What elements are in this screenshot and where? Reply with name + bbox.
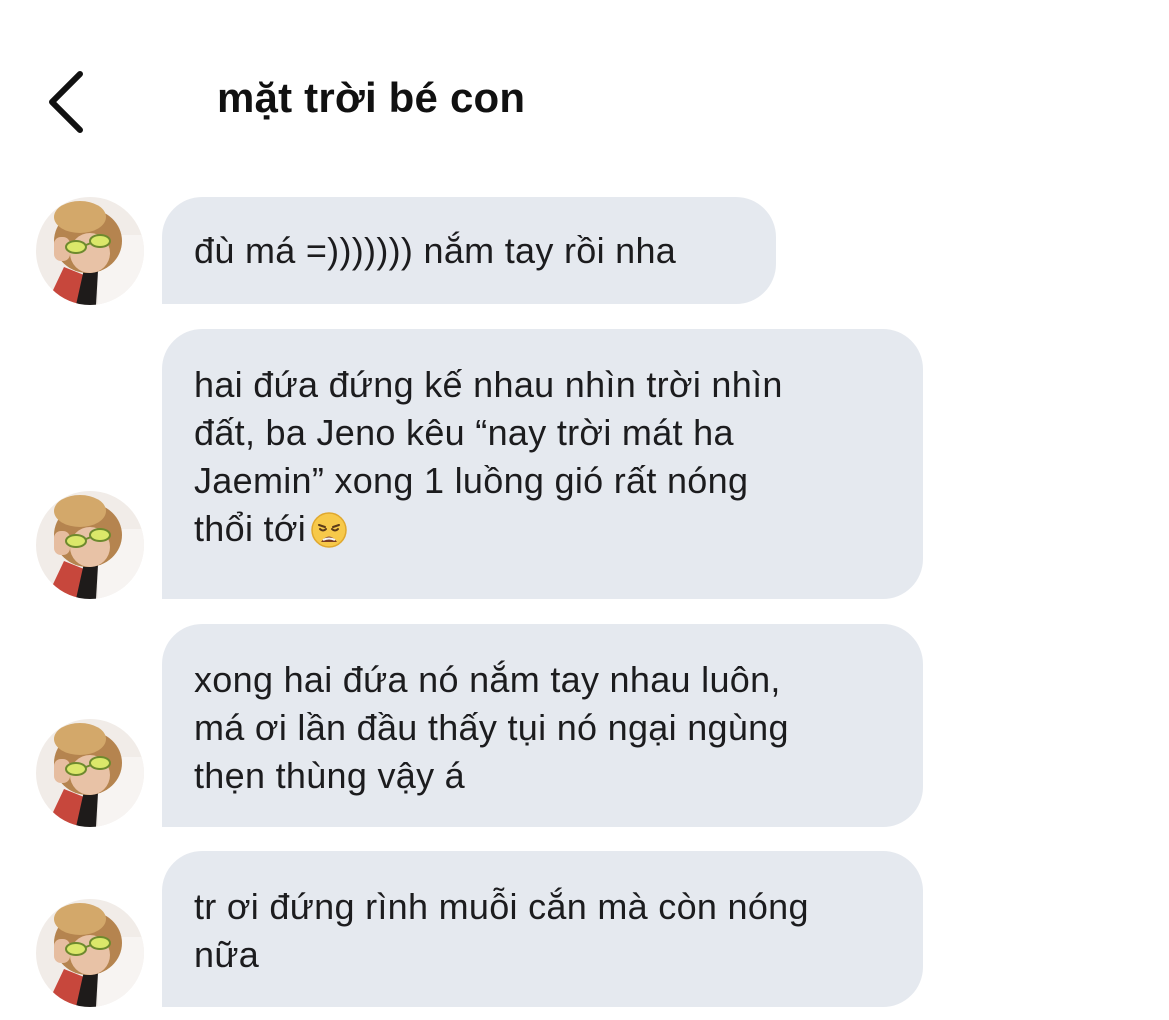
avatar[interactable] bbox=[36, 719, 144, 827]
message-bubble[interactable]: tr ơi đứng rình muỗi cắn mà còn nóng nữa bbox=[162, 851, 923, 1007]
message-text: hai đứa đứng kế nhau nhìn trời nhìn đất,… bbox=[194, 364, 783, 549]
avatar[interactable] bbox=[36, 491, 144, 599]
message-bubble[interactable]: hai đứa đứng kế nhau nhìn trời nhìn đất,… bbox=[162, 329, 923, 599]
message-text: xong hai đứa nó nắm tay nhau luôn, má ơi… bbox=[194, 659, 789, 796]
message-text: đù má =))))))) nắm tay rồi nha bbox=[194, 230, 677, 271]
weary-face-emoji-icon bbox=[310, 511, 348, 549]
message-thread: đù má =))))))) nắm tay rồi nha hai đứa đ… bbox=[0, 0, 1169, 1020]
avatar[interactable] bbox=[36, 899, 144, 1007]
message-bubble[interactable]: xong hai đứa nó nắm tay nhau luôn, má ơi… bbox=[162, 624, 923, 827]
avatar[interactable] bbox=[36, 197, 144, 305]
message-text: tr ơi đứng rình muỗi cắn mà còn nóng nữa bbox=[194, 886, 809, 975]
message-bubble[interactable]: đù má =))))))) nắm tay rồi nha bbox=[162, 197, 776, 304]
